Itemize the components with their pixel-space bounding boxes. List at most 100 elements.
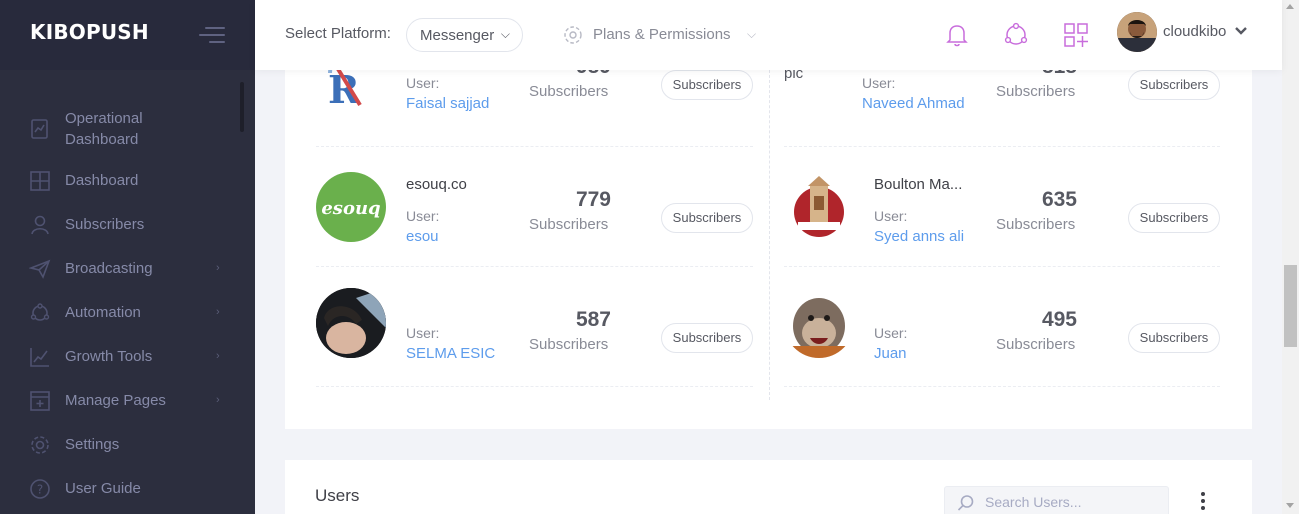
subscribers-button[interactable]: Subscribers [1128,70,1220,100]
scroll-up-arrow-icon[interactable] [1286,4,1294,9]
page-owner-link[interactable]: Faisal sajjad [406,95,489,112]
search-users-field[interactable] [944,486,1169,514]
subscriber-count: 779 [575,188,611,211]
line-chart-icon [29,346,51,368]
grid-icon [29,170,51,192]
user-label: User: [862,75,896,91]
svg-text:R: R [328,67,360,112]
paper-plane-icon [28,258,51,280]
subscribers-label: Subscribers [529,83,609,100]
page-row: User: Juan 495 Subscribers Subscribers [784,267,1220,387]
page-owner-link[interactable]: Syed anns ali [874,228,964,245]
page-owner-link[interactable]: SELMA ESIC [406,345,495,362]
sidebar-item-settings[interactable]: Settings [0,434,255,456]
sidebar-item-manage-pages[interactable]: Manage Pages › [0,390,255,412]
sidebar-item-label: Subscribers [65,216,145,233]
sidebar-header: KIBOPUSH [0,0,255,70]
sidebar-item-growth-tools[interactable]: Growth Tools › [0,346,255,368]
platform-label: Select Platform: [285,25,391,42]
add-page-icon [29,390,51,412]
sidebar-item-dashboard[interactable]: Dashboard [0,170,255,192]
question-icon: ? [29,478,51,500]
notifications-bell-icon[interactable] [945,22,971,48]
subscriber-count: 635 [1041,188,1077,211]
subscribers-button[interactable]: Subscribers [661,323,753,353]
chevron-down-icon: ⌵ [747,27,757,41]
page-row: esouq esouq.co User: esou 779 Subscriber… [316,147,753,267]
user-label: User: [874,325,908,341]
user-icon [29,214,51,236]
user-label: User: [406,75,440,91]
sidebar-item-label: Settings [65,436,120,453]
subscribers-label: Subscribers [996,216,1076,233]
network-icon[interactable] [1003,22,1029,48]
sidebar-item-automation[interactable]: Automation › [0,302,255,324]
sidebar-item-label: Operational Dashboard [65,110,143,148]
scroll-down-arrow-icon[interactable] [1286,503,1294,508]
chevron-right-icon: › [216,394,220,406]
subscriber-count: 495 [1041,308,1077,331]
page-owner-link[interactable]: Naveed Ahmad [862,95,965,112]
subscribers-label: Subscribers [529,336,609,353]
page-logo [784,288,854,358]
page-logo [316,288,386,358]
sidebar-item-label: Automation [65,304,141,321]
sidebar-item-label: Manage Pages [65,392,166,409]
users-title: Users [315,486,360,505]
gear-icon [564,26,582,44]
username[interactable]: cloudkibo [1163,23,1226,40]
add-app-grid-icon[interactable] [1063,22,1089,48]
subscribers-button[interactable]: Subscribers [1128,323,1220,353]
subscriber-count: 587 [575,308,611,331]
page-owner-link[interactable]: esou [406,228,439,245]
column-divider [769,70,770,400]
scrollbar-thumb[interactable] [1284,265,1297,347]
gear-icon [29,434,51,456]
chevron-right-icon: › [216,262,220,274]
connected-pages-portlet: R User: Faisal sajjad 989 Subscribers Su… [285,40,1252,429]
page-name: Boulton Ma... [874,176,963,193]
subscribers-label: Subscribers [996,83,1076,100]
page-name: esouq.co [406,176,467,193]
user-label: User: [874,208,908,224]
subscribers-button[interactable]: Subscribers [661,203,753,233]
sidebar-item-subscribers[interactable]: Subscribers [0,214,255,236]
user-label: User: [406,208,440,224]
page-row: Boulton Ma... User: Syed anns ali 635 Su… [784,147,1220,267]
subscribers-button[interactable]: Subscribers [1128,203,1220,233]
sidebar-item-label: User Guide [65,480,141,497]
sidebar-item-label: Dashboard [65,172,139,189]
sidebar-item-operational-dashboard[interactable]: Operational Dashboard [0,108,255,152]
subscribers-label: Subscribers [529,216,609,233]
sidebar-item-label: Broadcasting [65,260,153,277]
users-portlet: Users [285,460,1252,514]
menu-toggle-icon[interactable] [199,27,225,45]
chevron-down-icon: ⌵ [500,27,510,41]
user-label: User: [406,325,440,341]
more-options-icon[interactable] [1198,492,1208,512]
search-users-input[interactable] [985,494,1160,510]
plans-permissions-label: Plans & Permissions [593,26,731,43]
page-scrollbar[interactable] [1282,0,1299,514]
sidebar-item-user-guide[interactable]: ? User Guide [0,478,255,500]
svg-text:?: ? [37,483,43,497]
network-icon [29,302,51,324]
sidebar-item-broadcasting[interactable]: Broadcasting › [0,258,255,280]
svg-text:esouq: esouq [321,198,380,219]
page-logo [784,172,854,242]
sidebar-item-label: Growth Tools [65,348,153,365]
sidebar: KIBOPUSH Operational Dashboard Dashboard … [0,0,255,514]
chevron-right-icon: › [216,306,220,318]
chevron-down-icon[interactable] [1234,24,1248,38]
platform-select[interactable]: Messenger ⌵ [406,18,523,52]
subscribers-label: Subscribers [996,336,1076,353]
chart-file-icon [29,118,51,140]
brand-logo[interactable]: KIBOPUSH [30,20,149,44]
platform-select-value: Messenger [420,27,495,44]
avatar[interactable] [1117,12,1157,52]
search-icon [957,495,974,511]
subscribers-button[interactable]: Subscribers [661,70,753,100]
page-owner-link[interactable]: Juan [874,345,907,362]
chevron-right-icon: › [216,350,220,362]
top-header: Select Platform: Messenger ⌵ Plans & Per… [255,0,1282,70]
